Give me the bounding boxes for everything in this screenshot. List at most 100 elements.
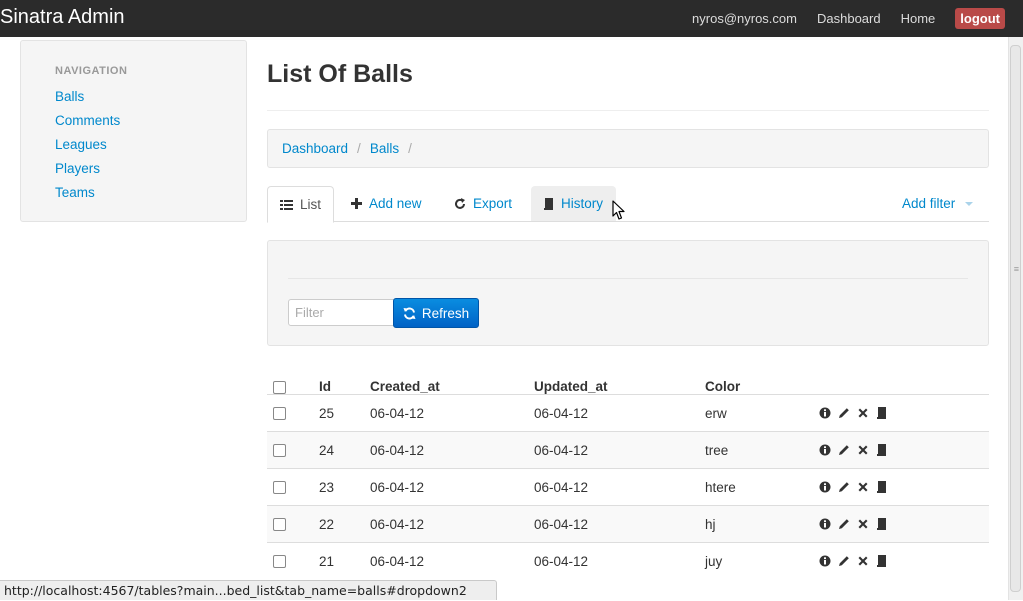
breadcrumb-separator: / [357, 141, 361, 156]
cell-color: erw [705, 405, 727, 421]
delete-icon[interactable] [857, 518, 869, 530]
cell-updated-at: 06-04-12 [534, 442, 589, 458]
breadcrumb-separator: / [408, 141, 412, 156]
history-icon[interactable] [876, 518, 888, 530]
info-icon[interactable] [819, 407, 831, 419]
cell-updated-at: 06-04-12 [534, 479, 589, 495]
table-row: 21 06-04-12 06-04-12 juy [267, 542, 989, 579]
info-icon[interactable] [819, 481, 831, 493]
column-header-updated-at[interactable]: Updated_at [534, 368, 608, 395]
user-email-link[interactable]: nyros@nyros.com [692, 11, 797, 26]
cell-updated-at: 06-04-12 [534, 516, 589, 532]
delete-icon[interactable] [857, 555, 869, 567]
table-row: 24 06-04-12 06-04-12 tree [267, 431, 989, 468]
pencil-icon[interactable] [838, 518, 850, 530]
cell-id: 23 [319, 479, 335, 495]
filter-input[interactable] [288, 299, 399, 326]
browser-status-bar: http://localhost:4567/tables?main...bed_… [0, 580, 497, 600]
info-icon[interactable] [819, 444, 831, 456]
row-checkbox-cell [273, 469, 286, 505]
delete-icon[interactable] [857, 444, 869, 456]
cell-id: 22 [319, 516, 335, 532]
add-filter-dropdown[interactable]: Add filter [902, 186, 974, 221]
row-checkbox[interactable] [273, 517, 286, 531]
sidebar-item-players[interactable]: Players [55, 160, 120, 184]
tab-history-label: History [561, 196, 604, 211]
title-divider [267, 110, 989, 111]
row-checkbox-cell [273, 506, 286, 542]
breadcrumb: Dashboard / Balls / [267, 129, 989, 168]
tab-history[interactable]: History [531, 186, 617, 221]
list-icon [280, 199, 293, 210]
history-icon[interactable] [876, 407, 888, 419]
row-checkbox[interactable] [273, 554, 286, 568]
history-icon[interactable] [876, 481, 888, 493]
row-checkbox-cell [273, 543, 286, 579]
row-actions [819, 432, 888, 468]
cell-created-at: 06-04-12 [370, 516, 425, 532]
info-icon[interactable] [819, 518, 831, 530]
book-icon [544, 197, 553, 210]
pencil-icon[interactable] [838, 481, 850, 493]
refresh-button[interactable]: Refresh [393, 298, 479, 328]
nav-home-link[interactable]: Home [901, 11, 936, 26]
tab-export[interactable]: Export [454, 186, 512, 221]
delete-icon[interactable] [857, 407, 869, 419]
cell-created-at: 06-04-12 [370, 442, 425, 458]
row-checkbox[interactable] [273, 443, 286, 457]
cell-id: 25 [319, 405, 335, 421]
tab-bar: List Add new Export History Add filter [267, 186, 989, 223]
refresh-icon [403, 307, 416, 319]
cell-color: hj [705, 516, 716, 532]
row-actions [819, 395, 888, 431]
tab-add-new-label: Add new [369, 196, 422, 211]
tab-list[interactable]: List [267, 186, 335, 223]
sidebar-item-balls[interactable]: Balls [55, 88, 120, 112]
history-icon[interactable] [876, 444, 888, 456]
table-row: 23 06-04-12 06-04-12 htere [267, 468, 989, 505]
sidebar-item-leagues[interactable]: Leagues [55, 136, 120, 160]
history-icon[interactable] [876, 555, 888, 567]
cell-color: juy [705, 553, 723, 569]
scrollbar-thumb[interactable] [1010, 45, 1021, 592]
tab-list-label: List [300, 197, 322, 212]
plus-icon [351, 198, 362, 209]
mouse-cursor-icon [612, 200, 625, 220]
row-actions [819, 543, 888, 579]
refresh-icon [455, 197, 465, 209]
filter-panel: Refresh [267, 240, 989, 346]
add-filter-label: Add filter [902, 196, 956, 211]
select-all-checkbox[interactable] [273, 381, 286, 394]
info-icon[interactable] [819, 555, 831, 567]
tab-export-label: Export [473, 196, 513, 211]
cell-created-at: 06-04-12 [370, 405, 425, 421]
column-header-id[interactable]: Id [319, 368, 331, 395]
row-checkbox-cell [273, 395, 286, 431]
pencil-icon[interactable] [838, 444, 850, 456]
row-checkbox[interactable] [273, 480, 286, 494]
table-row: 25 06-04-12 06-04-12 erw [267, 394, 989, 431]
column-header-color[interactable]: Color [705, 368, 740, 395]
nav-dashboard-link[interactable]: Dashboard [817, 11, 881, 26]
cell-updated-at: 06-04-12 [534, 405, 589, 421]
filter-divider [288, 278, 968, 279]
logout-button[interactable]: logout [955, 8, 1005, 29]
breadcrumb-balls[interactable]: Balls [370, 141, 399, 156]
tab-add-new[interactable]: Add new [351, 186, 422, 221]
table-header-row: Id Created_at Updated_at Color [267, 368, 989, 394]
sidebar-item-comments[interactable]: Comments [55, 112, 120, 136]
top-navbar: Sinatra Admin nyros@nyros.com Dashboard … [0, 0, 1023, 37]
caret-down-icon [965, 201, 974, 206]
sidebar-item-teams[interactable]: Teams [55, 184, 120, 208]
column-header-created-at[interactable]: Created_at [370, 368, 440, 395]
cell-color: tree [705, 442, 729, 458]
cell-created-at: 06-04-12 [370, 479, 425, 495]
row-checkbox[interactable] [273, 406, 286, 420]
cell-created-at: 06-04-12 [370, 553, 425, 569]
row-checkbox-cell [273, 432, 286, 468]
pencil-icon[interactable] [838, 555, 850, 567]
pencil-icon[interactable] [838, 407, 850, 419]
delete-icon[interactable] [857, 481, 869, 493]
breadcrumb-dashboard[interactable]: Dashboard [282, 141, 348, 156]
brand-title[interactable]: Sinatra Admin [0, 6, 125, 29]
